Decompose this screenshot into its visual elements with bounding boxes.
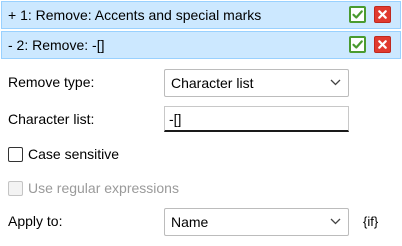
remove-type-label: Remove type: [8, 74, 95, 90]
enable-rule-1-check-icon[interactable] [349, 6, 366, 23]
enable-rule-2-check-icon[interactable] [349, 36, 366, 53]
rule-header-1[interactable]: + 1: Remove: Accents and special marks [1, 1, 401, 29]
character-list-input[interactable]: -[] [164, 106, 349, 132]
delete-rule-1-close-icon[interactable] [374, 6, 391, 23]
remove-type-value: Character list [171, 75, 254, 91]
chevron-down-icon [330, 218, 341, 225]
apply-to-dropdown[interactable]: Name [164, 208, 349, 236]
chevron-down-icon [330, 79, 341, 86]
character-list-label: Character list: [8, 111, 95, 127]
rule-title-2[interactable]: - 2: Remove: -[] [8, 37, 104, 54]
apply-to-value: Name [171, 214, 209, 230]
case-sensitive-checkbox[interactable] [8, 147, 23, 162]
rule-header-2[interactable]: - 2: Remove: -[] [1, 31, 401, 59]
apply-to-label: Apply to: [8, 213, 63, 229]
case-sensitive-label[interactable]: Case sensitive [28, 146, 119, 163]
remove-type-dropdown[interactable]: Character list [164, 69, 349, 97]
use-regex-label: Use regular expressions [28, 180, 179, 196]
if-condition-link[interactable]: {if} [363, 213, 378, 230]
character-list-value: -[] [169, 111, 182, 127]
use-regex-checkbox [8, 181, 23, 196]
delete-rule-2-close-icon[interactable] [374, 36, 391, 53]
rule-title-1[interactable]: + 1: Remove: Accents and special marks [8, 7, 261, 24]
